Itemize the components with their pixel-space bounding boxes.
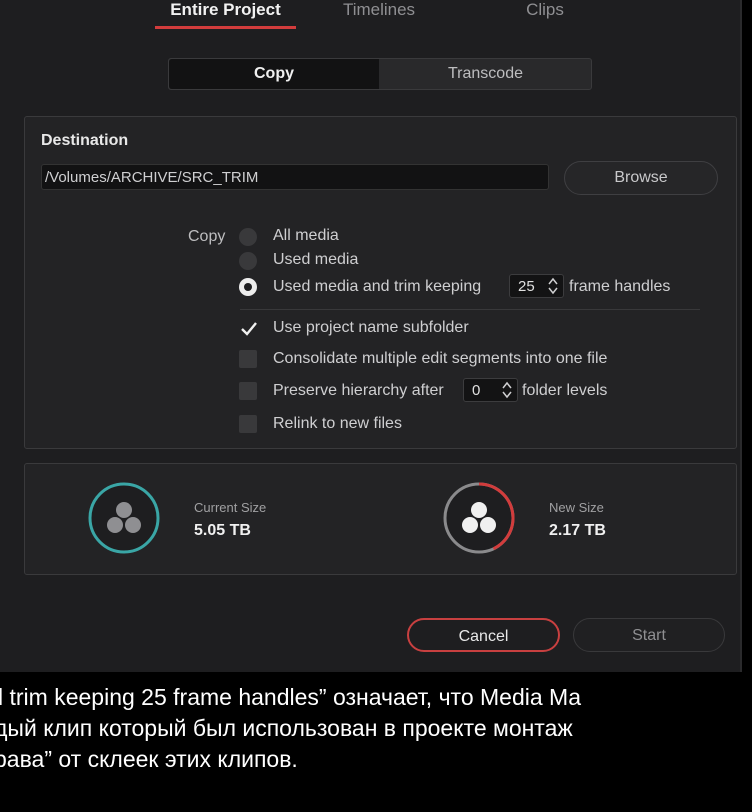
folder-levels-suffix: folder levels	[522, 382, 608, 399]
transcode-mode-button[interactable]: Transcode	[380, 59, 591, 89]
stepper-arrows-icon	[502, 381, 512, 399]
caption-line-2: дый клип который был использован в проек…	[0, 715, 573, 741]
copy-mode-button[interactable]: Copy	[169, 59, 379, 89]
new-size-value: 2.17 TB	[549, 522, 606, 539]
radio-used-media[interactable]	[239, 252, 257, 270]
new-size-gauge-icon	[443, 482, 515, 554]
checkbox-project-subfolder[interactable]	[239, 319, 257, 337]
media-management-panel: Entire Project Timelines Clips Copy Tran…	[0, 0, 742, 672]
caption-line-3: рава” от склеек этих клипов.	[0, 746, 298, 772]
used-trim-label: Used media and trim keeping	[273, 278, 482, 295]
copy-options-label: Copy	[188, 228, 226, 245]
radio-used-media-trim[interactable]	[239, 278, 257, 296]
stepper-arrows-icon	[548, 277, 558, 295]
mode-segmented-control: Copy Transcode	[168, 58, 592, 90]
checkbox-relink[interactable]	[239, 415, 257, 433]
caption-line-1: l trim keeping 25 frame handles” означае…	[0, 684, 581, 710]
folder-levels-stepper[interactable]: 0	[463, 378, 518, 402]
used-media-label: Used media	[273, 251, 359, 268]
tab-clips[interactable]: Clips	[490, 0, 600, 26]
current-size-value: 5.05 TB	[194, 522, 251, 539]
all-media-label: All media	[273, 227, 339, 244]
caption-text: l trim keeping 25 frame handles” означае…	[0, 682, 752, 775]
new-size-label: New Size	[549, 500, 604, 515]
project-subfolder-label: Use project name subfolder	[273, 319, 469, 336]
checkbox-consolidate[interactable]	[239, 350, 257, 368]
divider	[240, 309, 700, 310]
radio-all-media[interactable]	[239, 228, 257, 246]
frame-handles-value: 25	[518, 278, 535, 295]
folder-levels-value: 0	[472, 382, 481, 399]
tab-timelines[interactable]: Timelines	[320, 0, 438, 26]
browse-button[interactable]: Browse	[564, 161, 718, 195]
consolidate-label: Consolidate multiple edit segments into …	[273, 350, 608, 367]
start-button[interactable]: Start	[573, 618, 725, 652]
relink-label: Relink to new files	[273, 415, 402, 432]
checkbox-preserve-hierarchy[interactable]	[239, 382, 257, 400]
destination-label: Destination	[41, 132, 129, 149]
current-size-label: Current Size	[194, 500, 267, 515]
destination-path-field[interactable]: /Volumes/ARCHIVE/SRC_TRIM	[41, 164, 549, 190]
current-size-gauge-icon	[88, 482, 160, 554]
frame-handles-suffix: frame handles	[569, 278, 671, 295]
frame-handles-stepper[interactable]: 25	[509, 274, 564, 298]
cancel-button[interactable]: Cancel	[407, 618, 560, 652]
active-tab-indicator	[155, 26, 296, 29]
tab-entire-project[interactable]: Entire Project	[155, 0, 296, 26]
checkmark-icon	[241, 322, 257, 336]
preserve-hierarchy-label: Preserve hierarchy after	[273, 382, 444, 399]
